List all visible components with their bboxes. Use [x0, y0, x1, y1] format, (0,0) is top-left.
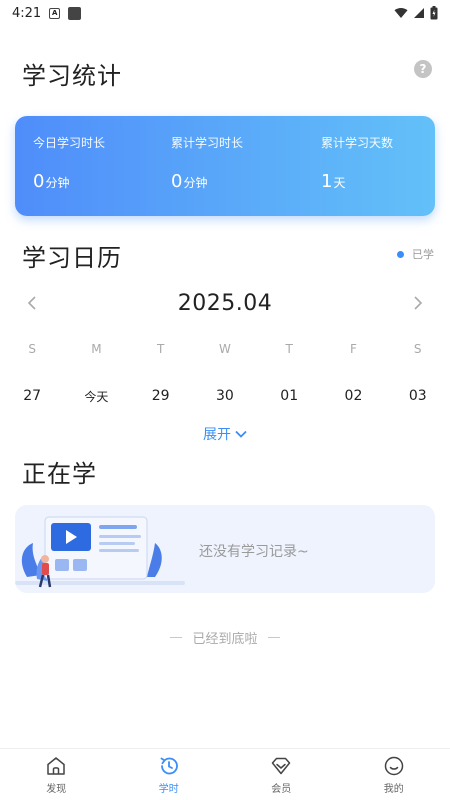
- tab-label: 发现: [46, 783, 67, 795]
- tab-discover[interactable]: 发现: [0, 749, 113, 800]
- stat-today: 今日学习时长 0 分钟: [15, 116, 147, 216]
- tab-membership[interactable]: 会员: [225, 749, 338, 800]
- divider-line: [267, 637, 280, 638]
- stat-value: 0 分钟: [171, 171, 285, 192]
- calendar-day[interactable]: 29: [129, 388, 193, 405]
- weekday-label: S: [413, 342, 422, 356]
- calendar-day[interactable]: 03: [386, 388, 450, 405]
- notification-a-icon: A: [49, 7, 61, 19]
- tab-label: 我的: [383, 783, 404, 795]
- week-days: 27 今天 29 30 01 02 03: [0, 388, 450, 405]
- stat-value: 1 天: [321, 171, 435, 192]
- wifi-icon: [394, 7, 408, 18]
- end-text: 已经到底啦: [192, 632, 258, 647]
- calendar-title: 学习日历: [22, 244, 122, 272]
- weekday-label: M: [91, 342, 102, 356]
- stat-unit: 分钟: [45, 176, 70, 190]
- calendar-day[interactable]: 02: [321, 388, 385, 405]
- month-navigator: 2025.04: [0, 285, 450, 321]
- battery-icon: [430, 6, 438, 20]
- calendar-legend: 已学: [397, 246, 434, 262]
- end-of-list: 已经到底啦: [0, 628, 450, 647]
- empty-illustration-icon: [15, 516, 185, 588]
- stat-total-time: 累计学习时长 0 分钟: [147, 116, 285, 216]
- bottom-tabbar: 发现 学时 会员 我的: [0, 748, 450, 800]
- expand-calendar-button[interactable]: 展开: [0, 424, 450, 444]
- tab-mine[interactable]: 我的: [338, 749, 450, 800]
- legend-label: 已学: [412, 248, 434, 261]
- stat-unit: 天: [333, 176, 346, 190]
- chevron-down-icon: [235, 430, 247, 438]
- empty-learning-card: 还没有学习记录~: [15, 505, 435, 593]
- stats-card: 今日学习时长 0 分钟 累计学习时长 0 分钟 累计学习天数 1 天: [15, 116, 435, 216]
- tab-label: 会员: [271, 783, 292, 795]
- calendar-day-today[interactable]: 今天: [64, 388, 128, 405]
- calendar-day[interactable]: 30: [193, 388, 257, 405]
- weekday-label: W: [218, 342, 231, 356]
- home-icon: [47, 756, 65, 775]
- notification-square-icon: [68, 6, 82, 20]
- calendar-day[interactable]: 27: [0, 388, 64, 405]
- weekday-label: T: [156, 342, 165, 356]
- stat-number: 0: [171, 171, 183, 192]
- calendar-day[interactable]: 01: [257, 388, 321, 405]
- stat-total-days: 累计学习天数 1 天: [285, 116, 435, 216]
- weekday-header: S M T W T F S: [0, 342, 450, 356]
- tab-label: 学时: [158, 783, 179, 795]
- expand-label: 展开: [203, 427, 231, 443]
- stat-label: 累计学习天数: [321, 136, 394, 150]
- status-left: 4:21 A: [12, 5, 82, 21]
- current-month: 2025.04: [177, 290, 273, 316]
- stat-value: 0 分钟: [33, 171, 147, 192]
- divider-line: [170, 637, 183, 638]
- empty-message: 还没有学习记录~: [199, 544, 309, 560]
- stat-label: 今日学习时长: [33, 136, 106, 150]
- legend-dot: [397, 250, 404, 258]
- weekday-label: T: [285, 342, 293, 356]
- status-bar: 4:21 A: [0, 0, 450, 26]
- learning-title: 正在学: [22, 460, 97, 488]
- question-icon[interactable]: ?: [414, 60, 432, 78]
- smile-face-icon: [384, 756, 403, 775]
- stat-number: 1: [321, 171, 333, 192]
- status-time: 4:21: [12, 5, 42, 21]
- stat-number: 0: [33, 171, 45, 192]
- history-clock-icon: [160, 757, 178, 774]
- chevron-right-icon[interactable]: [408, 293, 428, 313]
- page-title: 学习统计: [22, 62, 122, 90]
- diamond-icon: [272, 757, 291, 774]
- chevron-left-icon[interactable]: [22, 293, 42, 313]
- weekday-label: F: [350, 342, 357, 356]
- stat-unit: 分钟: [183, 176, 208, 190]
- signal-icon: [414, 8, 424, 18]
- tab-study-hours[interactable]: 学时: [113, 749, 226, 800]
- status-right: [394, 6, 438, 20]
- stat-label: 累计学习时长: [171, 136, 244, 150]
- weekday-label: S: [28, 342, 36, 356]
